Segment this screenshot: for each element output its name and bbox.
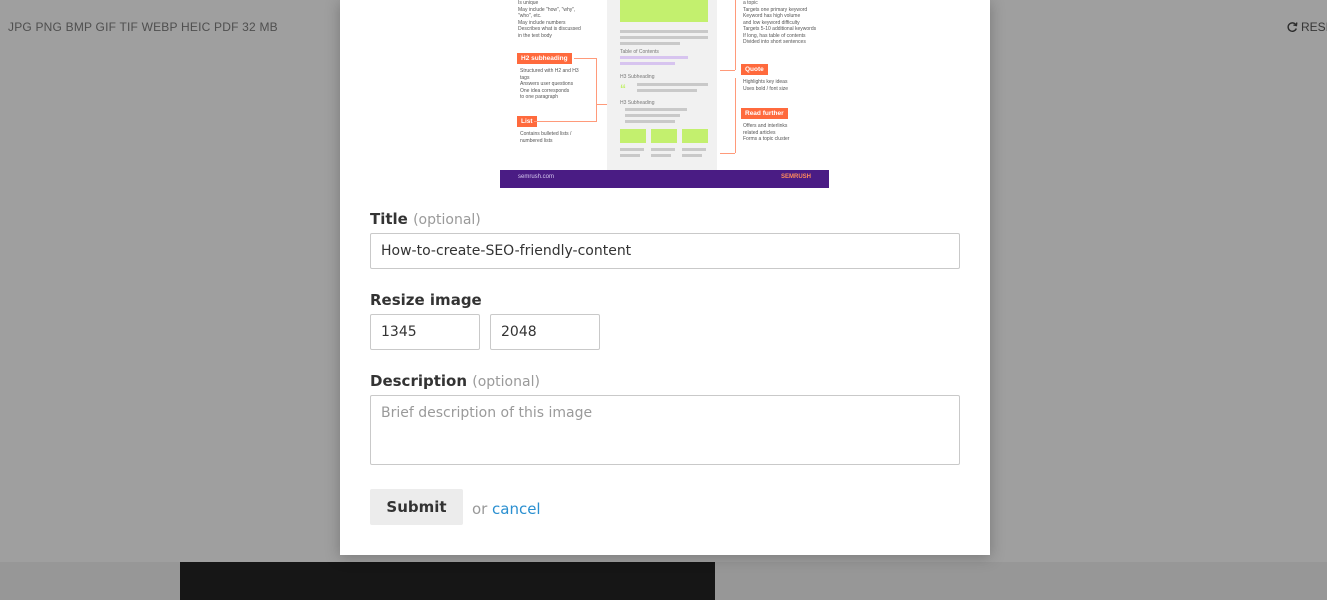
preview-text: Forms a topic cluster — [743, 136, 790, 142]
preview-line — [625, 108, 687, 111]
preview-line — [651, 154, 671, 157]
preview-text: Offers and interlinks — [743, 123, 788, 129]
cancel-link[interactable]: cancel — [492, 500, 541, 518]
title-label: Title (optional) — [370, 210, 481, 228]
preview-connector — [720, 70, 735, 71]
preview-line — [682, 148, 706, 151]
preview-text: Describes what is discussed — [518, 26, 581, 32]
semrush-logo: SEMRUSH — [780, 174, 811, 180]
title-input[interactable]: How-to-create-SEO-friendly-content — [370, 233, 960, 269]
preview-text: Highlights key ideas — [743, 79, 788, 85]
preview-connector — [534, 105, 597, 122]
preview-h3-label: H3 Subheading — [620, 100, 655, 106]
preview-right-list: a topic Targets one primary keyword Keyw… — [743, 0, 816, 46]
or-text: or — [472, 500, 488, 518]
preview-quote-list: Highlights key ideas Uses bold / font si… — [743, 79, 788, 92]
preview-line — [625, 120, 675, 123]
preview-card — [620, 129, 646, 143]
edit-image-modal: Is unique May include "how", "why", "who… — [340, 0, 990, 555]
preview-hero-block — [620, 0, 708, 22]
preview-text: Contains bulleted lists / — [520, 131, 572, 137]
preview-text: Targets 5-10 additional keywords — [743, 26, 817, 32]
preview-h3-label: H3 Subheading — [620, 74, 655, 80]
preview-line — [620, 42, 680, 45]
preview-line — [625, 114, 680, 117]
preview-text: numbered lists — [520, 137, 553, 144]
preview-toc-label: Table of Contents — [620, 49, 659, 55]
preview-text: Structured with H2 and H3 — [520, 68, 579, 74]
preview-line — [620, 36, 708, 39]
description-textarea[interactable]: Brief description of this image — [370, 395, 960, 465]
preview-line — [637, 89, 697, 92]
preview-text: Uses bold / font size — [743, 85, 789, 92]
preview-footer: semrush.com SEMRUSH — [500, 170, 829, 188]
preview-footer-url: semrush.com — [518, 174, 555, 180]
resize-label: Resize image — [370, 291, 482, 309]
preview-article-column: Table of Contents H3 Subheading “ H3 Sub… — [607, 0, 717, 170]
preview-line — [620, 148, 644, 151]
preview-connector — [735, 78, 736, 153]
image-preview: Is unique May include "how", "why", "who… — [500, 0, 829, 188]
preview-tag-read-further: Read further — [741, 108, 788, 119]
preview-text: to one paragraph — [520, 94, 559, 100]
preview-read-list: Offers and interlinks related articles F… — [743, 123, 789, 143]
preview-line — [651, 148, 675, 151]
preview-text: in the text body — [518, 32, 552, 39]
preview-text: Answers user questions — [520, 81, 574, 87]
submit-button[interactable]: Submit — [370, 489, 463, 525]
preview-card — [651, 129, 677, 143]
preview-connector — [720, 153, 735, 154]
preview-toc-line — [620, 62, 675, 65]
preview-list-items: Contains bulleted lists / numbered lists — [520, 131, 571, 144]
preview-tag-quote: Quote — [741, 64, 768, 75]
resize-height-input[interactable]: 2048 — [490, 314, 600, 350]
description-optional-hint: (optional) — [472, 374, 540, 390]
quote-mark-icon: “ — [620, 82, 626, 96]
preview-card — [682, 129, 708, 143]
preview-connector — [574, 58, 597, 105]
description-label-text: Description — [370, 372, 468, 390]
preview-left-list: Is unique May include "how", "why", "who… — [518, 0, 581, 39]
preview-text: Divided into short sentences — [743, 39, 806, 45]
preview-connector — [735, 0, 736, 70]
title-label-text: Title — [370, 210, 408, 228]
preview-line — [682, 154, 702, 157]
preview-tag-h2: H2 subheading — [517, 53, 572, 64]
preview-toc-line — [620, 56, 688, 59]
title-optional-hint: (optional) — [413, 212, 481, 228]
description-label: Description (optional) — [370, 372, 540, 390]
preview-line — [637, 83, 708, 86]
resize-width-input[interactable]: 1345 — [370, 314, 480, 350]
preview-line — [620, 154, 640, 157]
preview-line — [620, 30, 708, 33]
preview-h2-list: Structured with H2 and H3 tags Answers u… — [520, 68, 579, 101]
